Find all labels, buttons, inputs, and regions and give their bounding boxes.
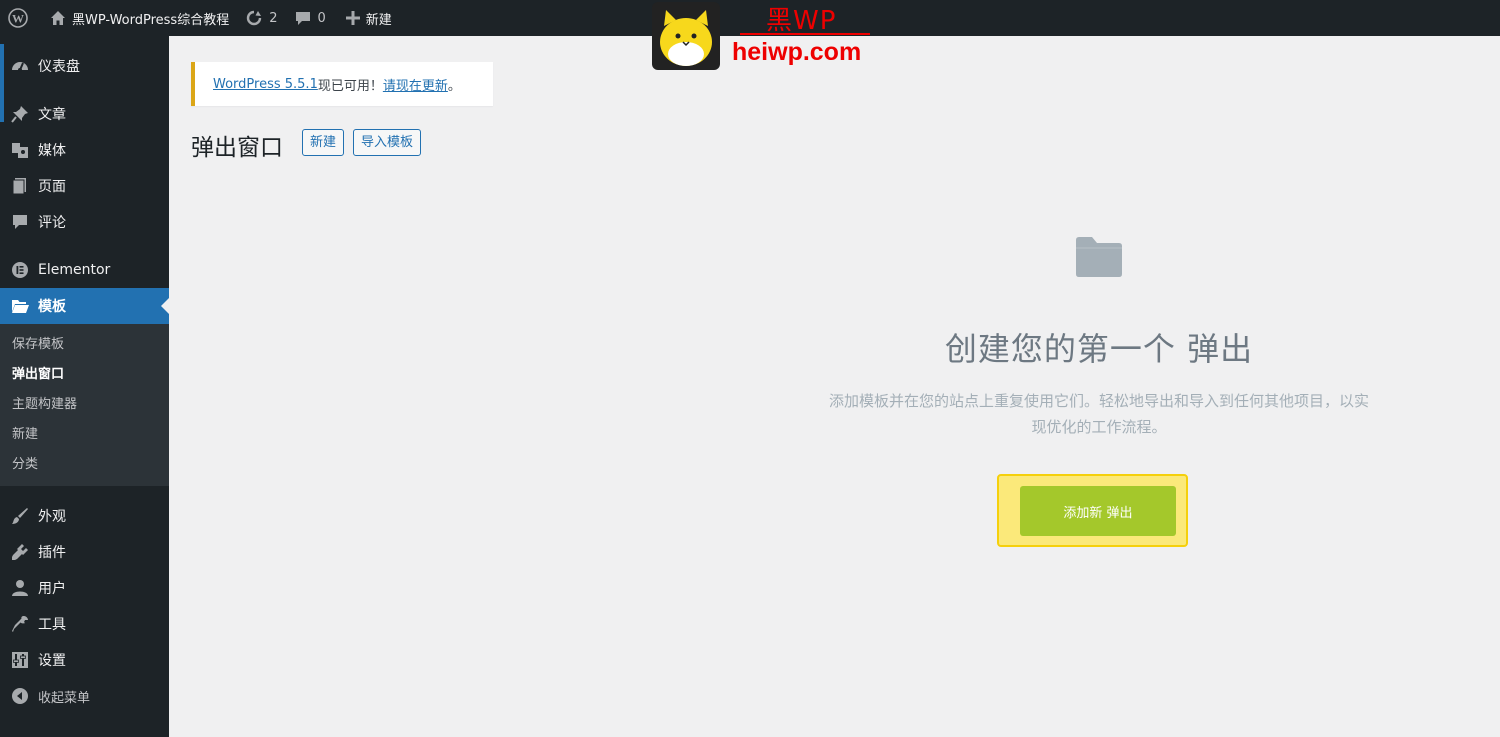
updates-count: 2 (269, 10, 278, 26)
sidebar-item-users[interactable]: 用户 (0, 570, 169, 606)
comment-icon (295, 10, 311, 26)
admin-sidebar: 仪表盘 文章 媒体 页面 评论 Elementor 模板 保存模板 弹出窗口 主… (0, 36, 169, 737)
svg-text:W: W (12, 12, 24, 26)
page-icon (10, 176, 30, 196)
updates-link[interactable]: 2 (237, 0, 285, 36)
comments-count: 0 (317, 10, 326, 26)
sidebar-item-label: 工具 (38, 617, 66, 633)
new-content-label: 新建 (365, 12, 392, 28)
folder-open-icon (10, 296, 30, 316)
site-name-link[interactable]: 黑WP-WordPress综合教程 (36, 0, 237, 36)
plugin-icon (10, 542, 30, 562)
updates-icon (245, 9, 263, 27)
sidebar-item-label: 页面 (38, 179, 66, 195)
admin-bar: W 黑WP-WordPress综合教程 2 0 新建 (0, 0, 1500, 36)
active-indicator (0, 44, 4, 122)
import-templates-button[interactable]: 导入模板 (353, 129, 422, 156)
sidebar-item-label: 仪表盘 (38, 59, 80, 75)
collapse-menu-button[interactable]: 收起菜单 (0, 678, 169, 714)
collapse-icon (10, 686, 30, 706)
sidebar-item-appearance[interactable]: 外观 (0, 498, 169, 534)
settings-icon (10, 650, 30, 670)
update-notice: WordPress 5.5.1 现已可用！ 请现在更新 。 (191, 62, 493, 106)
watermark-logo (652, 2, 720, 70)
brush-icon (10, 506, 30, 526)
submenu-item-categories[interactable]: 分类 (0, 450, 169, 480)
templates-submenu: 保存模板 弹出窗口 主题构建器 新建 分类 (0, 324, 169, 486)
folder-icon (1074, 236, 1124, 278)
submenu-item-popups[interactable]: 弹出窗口 (0, 360, 169, 390)
submenu-item-theme-builder[interactable]: 主题构建器 (0, 390, 169, 420)
watermark-underline (740, 33, 870, 35)
update-now-link[interactable]: 请现在更新 (383, 75, 448, 94)
wrench-icon (10, 614, 30, 634)
empty-state: 创建您的第一个 弹出 添加模板并在您的站点上重复使用它们。轻松地导出和导入到任何… (809, 236, 1389, 440)
submenu-item-saved-templates[interactable]: 保存模板 (0, 330, 169, 360)
sidebar-item-label: 外观 (38, 509, 66, 525)
media-icon (10, 140, 30, 160)
add-new-popup-button[interactable]: 添加新 弹出 (1020, 486, 1176, 536)
wordpress-icon: W (8, 8, 28, 28)
sidebar-item-label: 文章 (38, 107, 66, 123)
sidebar-item-plugins[interactable]: 插件 (0, 534, 169, 570)
wordpress-logo-button[interactable]: W (0, 0, 36, 36)
notice-text: 现已可用！ (317, 78, 383, 94)
elementor-icon (10, 260, 30, 280)
sidebar-item-posts[interactable]: 文章 (0, 96, 169, 132)
watermark-chinese-text: 黑WP (766, 6, 837, 36)
main-content: WordPress 5.5.1 现已可用！ 请现在更新 。 弹出窗口 新建 导入… (169, 36, 1500, 737)
sidebar-item-media[interactable]: 媒体 (0, 132, 169, 168)
empty-state-description: 添加模板并在您的站点上重复使用它们。轻松地导出和导入到任何其他项目，以实现优化的… (828, 392, 1369, 436)
watermark-url: heiwp.com (732, 38, 862, 66)
submenu-item-add-new[interactable]: 新建 (0, 420, 169, 450)
dashboard-icon (10, 56, 30, 76)
wordpress-version-link[interactable]: WordPress 5.5.1 (213, 77, 318, 92)
sidebar-item-label: 评论 (38, 215, 66, 231)
empty-state-title: 创建您的第一个 弹出 (944, 330, 1254, 368)
sidebar-item-label: 设置 (38, 653, 66, 669)
pin-icon (10, 104, 30, 124)
home-icon (50, 10, 66, 26)
sidebar-item-label: 插件 (38, 545, 66, 561)
sidebar-item-label: 用户 (38, 581, 66, 597)
sidebar-item-settings[interactable]: 设置 (0, 642, 169, 678)
page-title: 弹出窗口 (191, 135, 283, 161)
sidebar-item-comments[interactable]: 评论 (0, 204, 169, 240)
new-content-link[interactable]: 新建 (334, 0, 400, 36)
plus-icon (345, 11, 360, 25)
site-name: 黑WP-WordPress综合教程 (72, 12, 230, 28)
sidebar-item-dashboard[interactable]: 仪表盘 (0, 48, 169, 84)
comments-link[interactable]: 0 (285, 0, 333, 36)
sidebar-item-label: 收起菜单 (38, 690, 91, 706)
sidebar-item-tools[interactable]: 工具 (0, 606, 169, 642)
add-new-button[interactable]: 新建 (302, 129, 345, 156)
sidebar-item-label: Elementor (38, 262, 111, 278)
comment-icon (10, 212, 30, 232)
notice-end: 。 (447, 78, 461, 94)
sidebar-item-label: 媒体 (38, 143, 66, 159)
sidebar-item-elementor[interactable]: Elementor (0, 252, 169, 288)
sidebar-item-label: 模板 (38, 299, 66, 315)
sidebar-item-templates[interactable]: 模板 (0, 288, 169, 324)
user-icon (10, 578, 30, 598)
sidebar-item-pages[interactable]: 页面 (0, 168, 169, 204)
